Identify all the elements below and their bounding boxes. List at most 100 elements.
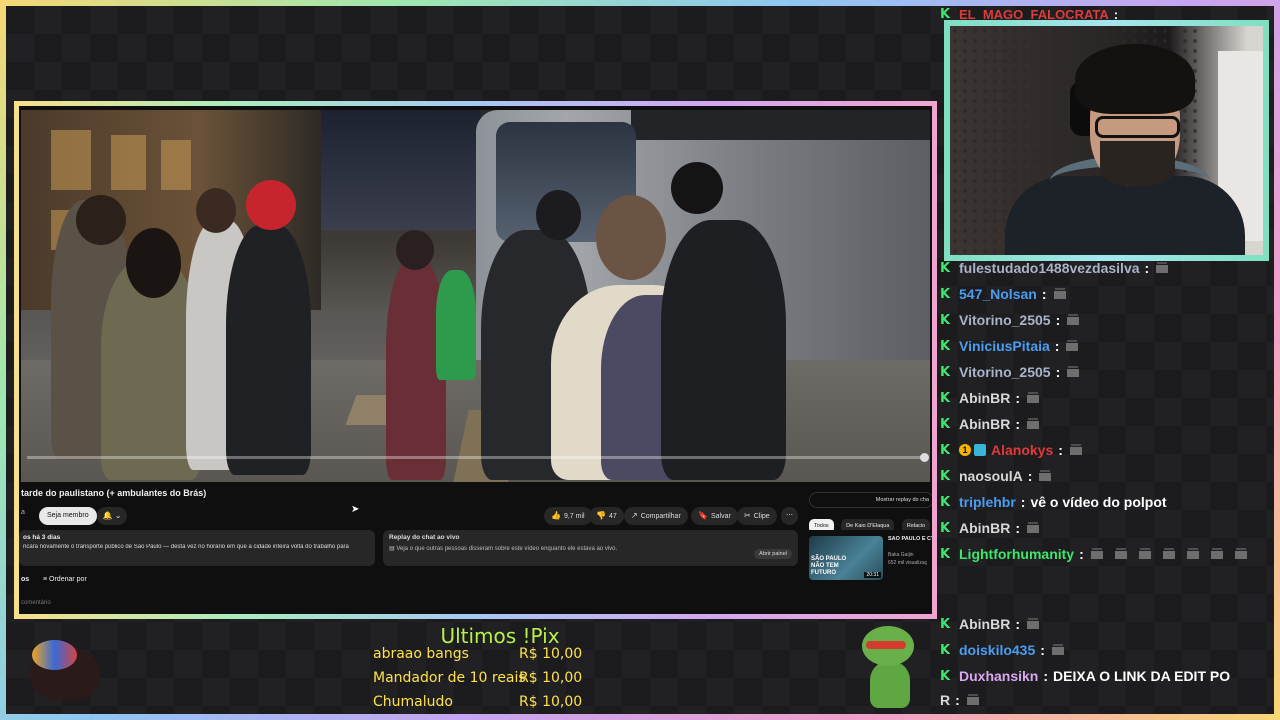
join-member-button[interactable]: Seja membro xyxy=(39,507,97,525)
chat-text: DEIXA O LINK DA EDIT PO xyxy=(1053,668,1231,684)
twitch-badge-icon: K xyxy=(940,286,951,302)
chip-all[interactable]: Todos xyxy=(809,519,834,530)
twitch-badge-icon: K xyxy=(940,390,951,406)
twitch-badge-icon: K xyxy=(940,668,951,684)
chat-emote-icon xyxy=(1154,260,1171,276)
chat-username[interactable]: doiskilo435 xyxy=(959,642,1035,658)
chat-emote-icon xyxy=(1025,416,1041,432)
clip-button[interactable]: ✂ Clipe xyxy=(737,507,777,525)
chat-replay-box: Replay do chat ao vivo ▤ Veja o que outr… xyxy=(383,530,798,566)
chat-username[interactable]: AbinBR xyxy=(959,390,1010,406)
chat-message: K Vitorino_2505: xyxy=(940,361,1089,383)
pix-row: Mandador de 10 reais R$ 10,00 xyxy=(373,670,583,686)
scissors-icon: ✂ xyxy=(744,511,751,520)
description-meta: os há 3 dias xyxy=(23,534,61,541)
recommended-title[interactable]: SÃO PAULO É CYBERPUNK D xyxy=(888,536,932,543)
chat-emote-icon xyxy=(1184,546,1201,562)
glasses xyxy=(1095,116,1180,138)
chat-username[interactable]: AbinBR xyxy=(959,520,1010,536)
chat-username[interactable]: 547_Nolsan xyxy=(959,286,1037,302)
twitch-badge-icon: K xyxy=(940,6,951,22)
chat-message: K AbinBR: xyxy=(940,613,1049,635)
chat-username[interactable]: triplehbr xyxy=(959,494,1016,510)
chat-emote-icon xyxy=(1112,546,1129,562)
chat-emote-icon xyxy=(1160,546,1177,562)
video-seek-bar[interactable] xyxy=(27,453,929,462)
show-chat-replay-button[interactable]: Mostrar replay do cha xyxy=(809,492,932,508)
twitch-badge-icon: K xyxy=(940,642,951,658)
chat-username[interactable]: Alanokys xyxy=(991,442,1053,458)
pepe-emote-icon xyxy=(858,626,918,710)
chat-message: K AbinBR: xyxy=(940,517,1049,539)
chat-username[interactable]: AbinBR xyxy=(959,416,1010,432)
description-box[interactable]: os há 3 dias ncara novamente o transport… xyxy=(19,530,375,566)
chat-message: Kfulestudado1488vezdasilva: xyxy=(940,257,1178,279)
chat-message: K Duxhansikn: DEIXA O LINK DA EDIT PO xyxy=(940,668,1231,684)
chip-channel[interactable]: De Kaio D'Elaqua xyxy=(841,519,895,530)
chat-text: vê o vídeo do polpot xyxy=(1030,494,1167,510)
chat-username[interactable]: Duxhansikn xyxy=(959,668,1038,684)
seek-handle[interactable] xyxy=(920,453,929,462)
chat-username[interactable]: AbinBR xyxy=(959,616,1010,632)
chat-message: K ViniciusPitaia: xyxy=(940,335,1088,357)
video-player[interactable] xyxy=(21,110,930,482)
chat-message-partial: R: xyxy=(940,689,989,711)
chat-username[interactable]: Lightforhumanity xyxy=(959,546,1074,562)
twitch-badge-icon: K xyxy=(940,442,951,458)
chat-emote-icon xyxy=(1064,338,1081,354)
chat-message: K Lightforhumanity: xyxy=(940,543,1257,565)
bookmark-icon: 🔖 xyxy=(698,511,708,520)
chat-username[interactable]: Vitorino_2505 xyxy=(959,312,1051,328)
chat-username[interactable]: fulestudado1488vezdasilva xyxy=(959,260,1140,276)
video-duration: 20:31 xyxy=(864,572,881,578)
chat-username[interactable]: ViniciusPitaia xyxy=(959,338,1050,354)
twitch-badge-icon: K xyxy=(940,494,951,510)
chip-related[interactable]: Relacio xyxy=(901,519,931,530)
chat-message: K 547_Nolsan: xyxy=(940,283,1076,305)
video-actions-row: a Seja membro 🔔 ⌄ 👍 9,7 mil 👎 47 ↗ Comparti… xyxy=(19,506,928,528)
chat-username[interactable]: Vitorino_2505 xyxy=(959,364,1051,380)
chat-emote-icon xyxy=(1136,546,1153,562)
chat-message: K Vitorino_2505: xyxy=(940,309,1089,331)
chat-emote-icon xyxy=(1208,546,1225,562)
sort-comments-button[interactable]: ≡ Ordenar por xyxy=(43,576,87,583)
notification-bell-button[interactable]: 🔔 ⌄ xyxy=(97,507,127,525)
save-button[interactable]: 🔖 Salvar xyxy=(691,507,738,525)
mascot-sticker xyxy=(20,628,100,708)
more-actions-button[interactable]: ⋯ xyxy=(781,507,798,525)
chat-username[interactable]: naosoulA xyxy=(959,468,1023,484)
comments-heading: os xyxy=(21,576,30,583)
screen-capture-panel: tarde do paulistano (+ ambulantes do Brá… xyxy=(14,101,937,619)
share-button[interactable]: ↗ Compartilhar xyxy=(624,507,688,525)
like-button[interactable]: 👍 9,7 mil xyxy=(544,507,592,525)
recommended-views: 652 mil visualizaç xyxy=(888,560,928,566)
add-comment-input[interactable]: comentário xyxy=(21,600,51,606)
open-panel-button[interactable]: Abrir painel xyxy=(754,549,792,559)
twitch-badge-icon: K xyxy=(940,260,951,276)
twitch-badge-icon: K xyxy=(940,616,951,632)
twitch-badge-icon: K xyxy=(940,338,951,354)
recommended-video[interactable]: SÃO PAULO NÃO TEM FUTURO 20:31 SÃO PAULO… xyxy=(809,536,932,582)
recommended-thumbnail[interactable]: SÃO PAULO NÃO TEM FUTURO 20:31 xyxy=(809,536,883,580)
chat-emote-icon xyxy=(964,692,981,708)
share-icon: ↗ xyxy=(631,511,638,520)
filter-chips: Todos De Kaio D'Elaqua Relacio xyxy=(809,514,932,530)
game-badge-icon xyxy=(974,444,986,456)
thumbs-down-icon: 👎 xyxy=(596,511,606,520)
chat-message: K 1 Alanokys: xyxy=(940,439,1092,461)
chat-replay-desc: ▤ Veja o que outras pessoas disseram sob… xyxy=(389,546,618,552)
twitch-badge-icon: K xyxy=(940,312,951,328)
dislike-button[interactable]: 👎 47 xyxy=(589,507,624,525)
channel-name[interactable]: a xyxy=(21,509,25,516)
chat-emote-icon xyxy=(1065,312,1082,328)
chat-emote-icon xyxy=(1088,546,1105,562)
chat-message: Kdoiskilo435: xyxy=(940,639,1074,661)
pix-title: Ultimos !Pix xyxy=(440,624,560,648)
thumbs-up-icon: 👍 xyxy=(551,511,561,520)
chat-message: K AbinBR: xyxy=(940,387,1049,409)
chat-emote-icon xyxy=(1232,546,1249,562)
twitch-badge-icon: K xyxy=(940,416,951,432)
twitch-badge-icon: K xyxy=(940,468,951,484)
chat-emote-icon xyxy=(1065,364,1082,380)
chat-username: R xyxy=(940,692,951,708)
